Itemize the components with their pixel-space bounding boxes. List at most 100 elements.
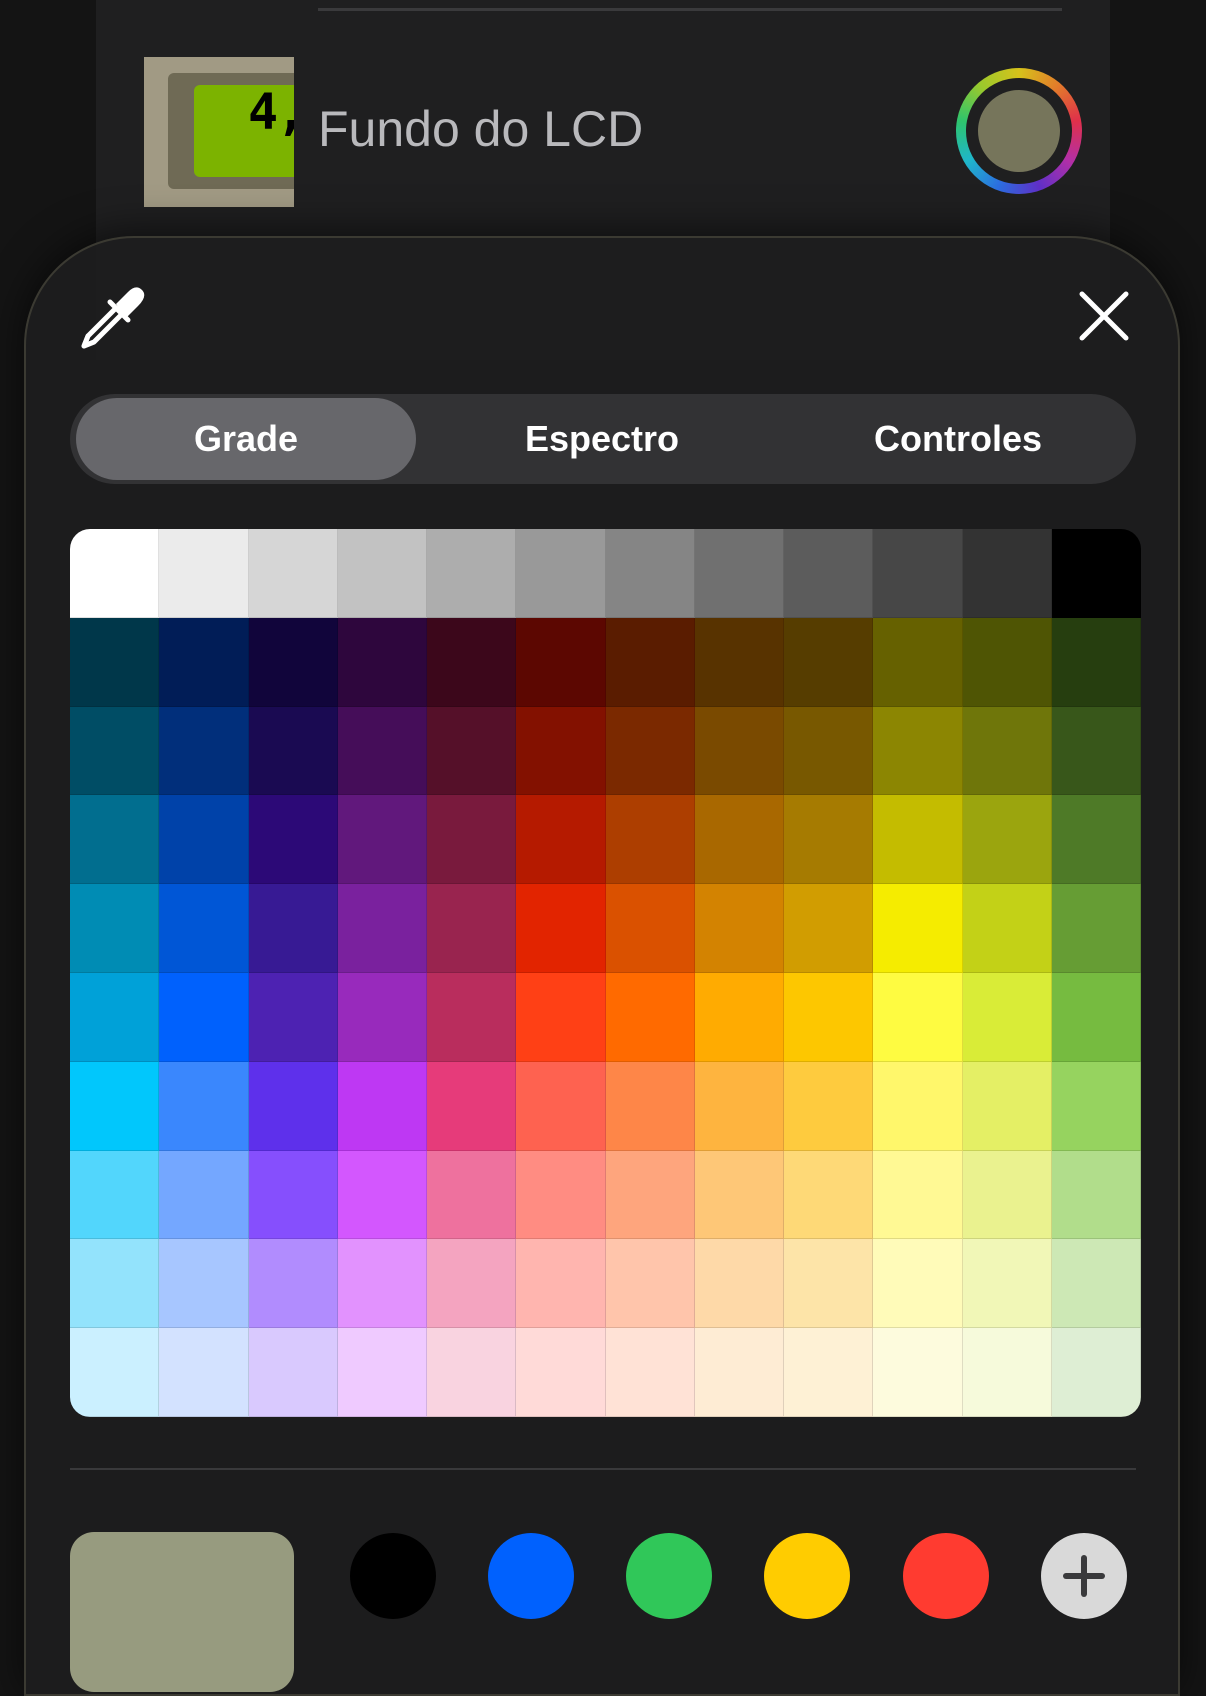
color-grid-cell[interactable] <box>1051 973 1141 1062</box>
color-grid-cell[interactable] <box>784 1328 874 1417</box>
color-grid-cell[interactable] <box>516 884 606 973</box>
color-grid-cell[interactable] <box>784 1150 874 1240</box>
close-icon[interactable] <box>1074 286 1134 346</box>
color-grid-cell[interactable] <box>159 1239 249 1329</box>
color-grid-cell[interactable] <box>1051 795 1141 885</box>
add-color-button[interactable] <box>1041 1533 1127 1619</box>
color-grid-cell[interactable] <box>694 529 784 618</box>
color-grid-cell[interactable] <box>427 884 517 973</box>
color-grid-cell[interactable] <box>248 529 338 618</box>
color-grid-cell[interactable] <box>694 973 784 1062</box>
color-grid-cell[interactable] <box>962 617 1052 707</box>
color-grid-cell[interactable] <box>70 1328 160 1417</box>
color-grid-cell[interactable] <box>784 884 874 973</box>
color-grid-cell[interactable] <box>1051 1061 1141 1151</box>
color-grid-cell[interactable] <box>962 1328 1052 1417</box>
color-grid-cell[interactable] <box>337 1328 427 1417</box>
color-grid-cell[interactable] <box>694 884 784 973</box>
color-grid-cell[interactable] <box>159 529 249 618</box>
tab-espectro[interactable]: Espectro <box>432 398 772 480</box>
color-grid-cell[interactable] <box>516 529 606 618</box>
color-grid-cell[interactable] <box>516 617 606 707</box>
color-grid-cell[interactable] <box>1051 1328 1141 1417</box>
color-grid-cell[interactable] <box>784 1061 874 1151</box>
saved-color-black[interactable] <box>350 1533 436 1619</box>
color-grid-cell[interactable] <box>248 617 338 707</box>
color-grid-cell[interactable] <box>962 529 1052 618</box>
color-grid-cell[interactable] <box>70 1061 160 1151</box>
color-grid-cell[interactable] <box>159 1150 249 1240</box>
color-grid-cell[interactable] <box>70 795 160 885</box>
color-grid-cell[interactable] <box>873 1328 963 1417</box>
color-grid-cell[interactable] <box>427 795 517 885</box>
color-grid-cell[interactable] <box>337 884 427 973</box>
color-grid-cell[interactable] <box>694 1061 784 1151</box>
color-grid-cell[interactable] <box>248 1328 338 1417</box>
color-grid-cell[interactable] <box>605 1061 695 1151</box>
color-grid-cell[interactable] <box>516 973 606 1062</box>
color-grid-cell[interactable] <box>1051 617 1141 707</box>
saved-color-red[interactable] <box>903 1533 989 1619</box>
tab-grade[interactable]: Grade <box>76 398 416 480</box>
color-grid-cell[interactable] <box>784 973 874 1062</box>
color-grid-cell[interactable] <box>873 795 963 885</box>
color-grid-cell[interactable] <box>516 1150 606 1240</box>
color-grid-cell[interactable] <box>159 1061 249 1151</box>
color-grid-cell[interactable] <box>337 1239 427 1329</box>
color-grid-cell[interactable] <box>337 795 427 885</box>
color-grid-cell[interactable] <box>694 1150 784 1240</box>
color-grid-cell[interactable] <box>873 884 963 973</box>
color-grid-cell[interactable] <box>70 1239 160 1329</box>
color-grid-cell[interactable] <box>1051 1239 1141 1329</box>
color-grid-cell[interactable] <box>516 1239 606 1329</box>
color-grid-cell[interactable] <box>1051 706 1141 796</box>
color-grid-cell[interactable] <box>784 706 874 796</box>
color-grid-cell[interactable] <box>694 1328 784 1417</box>
color-grid-cell[interactable] <box>605 973 695 1062</box>
color-grid-cell[interactable] <box>962 795 1052 885</box>
color-grid-cell[interactable] <box>427 973 517 1062</box>
color-grid-cell[interactable] <box>962 973 1052 1062</box>
color-grid-cell[interactable] <box>159 617 249 707</box>
color-grid-cell[interactable] <box>873 1061 963 1151</box>
color-grid-cell[interactable] <box>605 1328 695 1417</box>
color-grid-cell[interactable] <box>694 617 784 707</box>
color-grid-cell[interactable] <box>694 795 784 885</box>
color-grid-cell[interactable] <box>427 1239 517 1329</box>
color-well-button[interactable] <box>956 68 1082 194</box>
color-grid-cell[interactable] <box>159 973 249 1062</box>
color-grid-cell[interactable] <box>70 884 160 973</box>
color-grid-cell[interactable] <box>694 1239 784 1329</box>
color-grid-cell[interactable] <box>605 884 695 973</box>
color-grid-cell[interactable] <box>248 795 338 885</box>
color-grid-cell[interactable] <box>337 1150 427 1240</box>
color-grid-cell[interactable] <box>427 529 517 618</box>
color-grid-cell[interactable] <box>516 1328 606 1417</box>
color-grid-cell[interactable] <box>873 1239 963 1329</box>
color-grid-cell[interactable] <box>248 1239 338 1329</box>
color-grid-cell[interactable] <box>337 973 427 1062</box>
color-grid-cell[interactable] <box>962 1061 1052 1151</box>
color-grid-cell[interactable] <box>337 529 427 618</box>
tab-controles[interactable]: Controles <box>788 398 1128 480</box>
color-grid-cell[interactable] <box>873 973 963 1062</box>
color-grid-cell[interactable] <box>427 617 517 707</box>
color-grid-cell[interactable] <box>784 529 874 618</box>
color-grid-cell[interactable] <box>605 1239 695 1329</box>
color-grid-cell[interactable] <box>337 617 427 707</box>
color-grid-cell[interactable] <box>427 1150 517 1240</box>
color-grid-cell[interactable] <box>70 1150 160 1240</box>
color-grid-cell[interactable] <box>873 529 963 618</box>
color-grid-cell[interactable] <box>248 1150 338 1240</box>
color-grid-cell[interactable] <box>962 884 1052 973</box>
color-grid-cell[interactable] <box>784 1239 874 1329</box>
color-grid-cell[interactable] <box>70 973 160 1062</box>
color-grid-cell[interactable] <box>694 706 784 796</box>
color-grid-cell[interactable] <box>962 706 1052 796</box>
color-grid-cell[interactable] <box>159 795 249 885</box>
color-grid-cell[interactable] <box>159 1328 249 1417</box>
color-grid-cell[interactable] <box>337 1061 427 1151</box>
color-grid-cell[interactable] <box>70 706 160 796</box>
color-grid-cell[interactable] <box>605 1150 695 1240</box>
color-grid-cell[interactable] <box>159 884 249 973</box>
